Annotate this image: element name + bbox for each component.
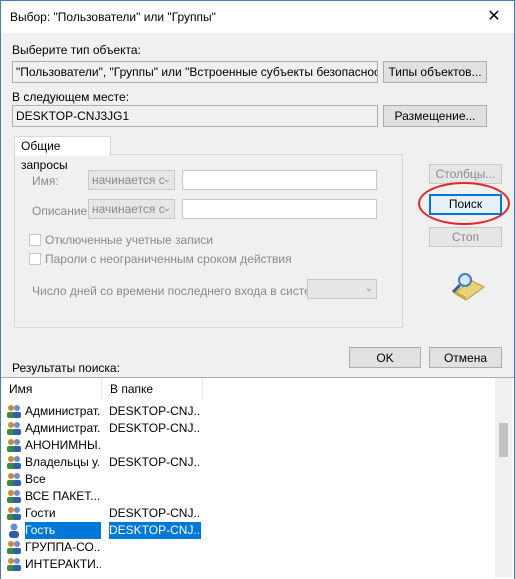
list-item[interactable]: ГРУППА-СО... <box>1 539 501 556</box>
chevron-down-icon: ⌄ <box>162 203 171 214</box>
name-mode-value: начинается с <box>92 173 165 187</box>
name-input[interactable] <box>182 170 377 190</box>
location-label: В следующем месте: <box>12 90 130 104</box>
dialog-title: Выбор: "Пользователи" или "Группы" <box>10 10 216 24</box>
description-label: Описание: <box>32 204 91 218</box>
column-header-name[interactable]: Имя <box>1 378 102 400</box>
group-icon <box>7 558 21 571</box>
row-name: Администрат... <box>25 421 101 435</box>
group-icon <box>7 473 21 486</box>
row-name: ГРУППА-СО... <box>25 540 101 554</box>
results-label: Результаты поиска: <box>12 361 120 375</box>
group-icon <box>7 456 21 469</box>
list-item[interactable]: АНОНИМНЫ... <box>1 437 501 454</box>
group-icon <box>7 507 21 520</box>
common-queries-panel: Имя: начинается с ⌄ Описание: начинается… <box>14 154 403 328</box>
object-type-field: "Пользователи", "Группы" или "Встроенные… <box>12 61 378 83</box>
search-magnifier-icon <box>451 273 485 301</box>
chevron-down-icon: ⌄ <box>162 174 171 185</box>
location-field: DESKTOP-CNJ3JG1 <box>12 105 378 127</box>
row-name: Гость <box>25 522 101 539</box>
group-icon <box>7 490 21 503</box>
disabled-accounts-checkbox[interactable] <box>29 234 41 246</box>
row-folder: DESKTOP-CNJ... <box>109 455 201 469</box>
user-icon <box>9 523 19 538</box>
days-since-logon-label: Число дней со времени последнего входа в… <box>32 284 329 298</box>
description-mode-value: начинается с <box>92 202 165 216</box>
row-name: Гости <box>25 506 56 520</box>
cancel-button[interactable]: Отмена <box>429 347 502 368</box>
list-item[interactable]: Гости DESKTOP-CNJ... <box>1 505 501 522</box>
group-icon <box>7 405 21 418</box>
tab-common-queries[interactable]: Общие запросы <box>14 136 111 172</box>
disabled-accounts-label: Отключенные учетные записи <box>45 233 214 247</box>
list-item[interactable]: Владельцы у... DESKTOP-CNJ... <box>1 454 501 471</box>
object-type-label: Выберите тип объекта: <box>12 43 141 57</box>
object-types-button[interactable]: Типы объектов... <box>383 61 487 83</box>
column-header-folder[interactable]: В папке <box>102 378 203 400</box>
results-list[interactable]: Имя В папке Администрат... DESKTOP-CNJ..… <box>1 377 514 579</box>
dialog-window: Выбор: "Пользователи" или "Группы" ✕ Выб… <box>0 0 515 579</box>
list-item[interactable]: ВСЕ ПАКЕТ... <box>1 488 501 505</box>
name-mode-combo[interactable]: начинается с ⌄ <box>88 170 175 190</box>
list-item-selected[interactable]: Гость DESKTOP-CNJ... <box>1 522 501 539</box>
row-folder: DESKTOP-CNJ... <box>109 421 201 435</box>
row-name: АНОНИМНЫ... <box>25 438 101 452</box>
row-folder: DESKTOP-CNJ... <box>109 404 201 418</box>
group-icon <box>7 541 21 554</box>
row-folder: DESKTOP-CNJ... <box>109 522 201 539</box>
list-item[interactable]: Администрат... DESKTOP-CNJ... <box>1 420 501 437</box>
row-name: ИНТЕРАКТИ... <box>25 557 101 571</box>
name-label: Имя: <box>32 174 59 188</box>
description-mode-combo[interactable]: начинается с ⌄ <box>88 199 175 219</box>
list-item[interactable]: Все <box>1 471 501 488</box>
description-input[interactable] <box>182 199 377 219</box>
list-item[interactable]: Администрат... DESKTOP-CNJ... <box>1 403 501 420</box>
locations-button[interactable]: Размещение... <box>383 105 487 127</box>
ok-button[interactable]: OK <box>349 347 421 368</box>
no-expire-password-label: Пароли с неограниченным сроком действия <box>45 252 292 266</box>
group-icon <box>7 422 21 435</box>
highlight-circle <box>418 182 510 225</box>
title-bar: Выбор: "Пользователи" или "Группы" ✕ <box>1 1 514 33</box>
results-scrollbar[interactable] <box>495 378 512 577</box>
row-name: Владельцы у... <box>25 455 101 469</box>
chevron-down-icon: ⌄ <box>364 283 373 294</box>
row-folder: DESKTOP-CNJ... <box>109 506 201 520</box>
group-icon <box>7 439 21 452</box>
scrollbar-thumb[interactable] <box>499 423 508 457</box>
list-item[interactable]: ИНТЕРАКТИ... <box>1 556 501 573</box>
row-name: ВСЕ ПАКЕТ... <box>25 489 101 503</box>
row-name: Администрат... <box>25 404 101 418</box>
row-name: Все <box>25 472 46 486</box>
days-since-logon-combo[interactable]: ⌄ <box>307 279 377 299</box>
stop-button[interactable]: Стоп <box>429 227 502 247</box>
columns-button[interactable]: Столбцы... <box>429 164 502 184</box>
close-icon[interactable]: ✕ <box>480 3 508 31</box>
no-expire-password-checkbox[interactable] <box>29 253 41 265</box>
